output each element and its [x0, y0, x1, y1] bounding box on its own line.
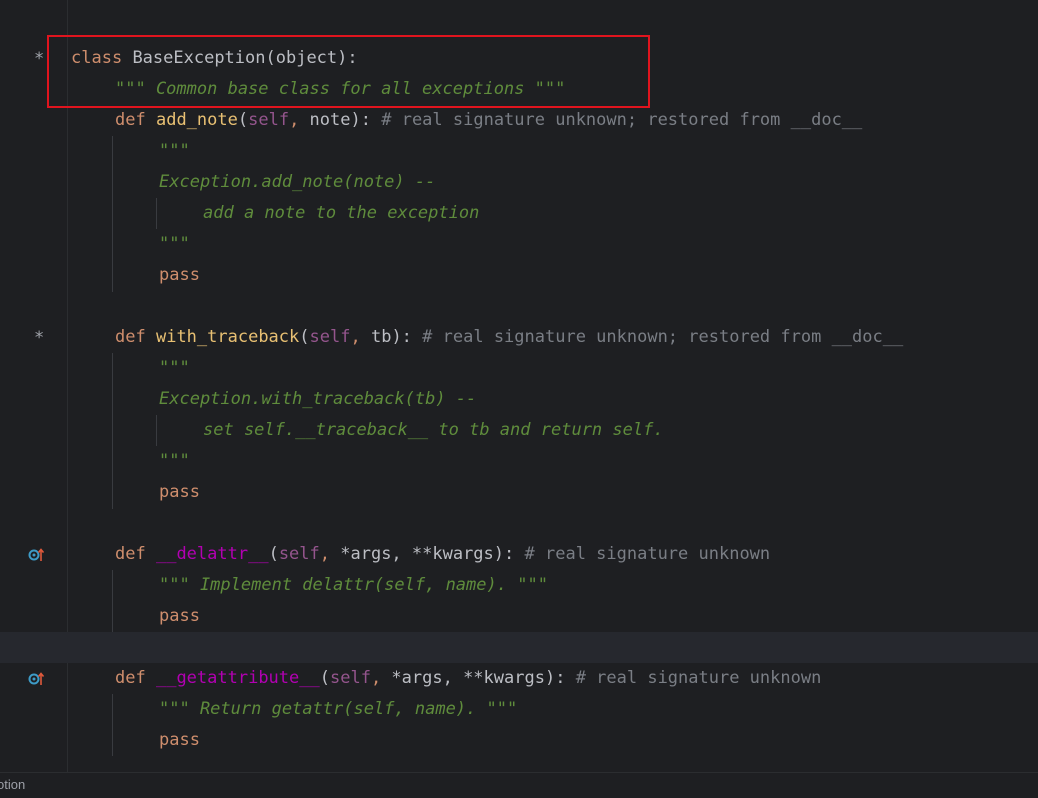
- self-param: self: [329, 668, 371, 688]
- code-line[interactable]: """: [0, 446, 1038, 477]
- paren: (: [268, 544, 279, 564]
- param: tb: [370, 327, 392, 347]
- comma: ,: [370, 668, 392, 688]
- docstring: """ Return getattr(self, name). """: [159, 699, 518, 719]
- keyword: def: [115, 327, 146, 347]
- code-line[interactable]: pass: [0, 601, 1038, 632]
- code-line[interactable]: """: [0, 229, 1038, 260]
- docstring: """: [159, 234, 190, 254]
- paren: ):: [544, 668, 566, 688]
- current-line[interactable]: [0, 632, 1038, 663]
- code-line[interactable]: * def with_traceback(self, tb): # real s…: [0, 322, 1038, 353]
- param: note: [309, 110, 351, 130]
- docstring: Exception.add_note(note) --: [159, 172, 436, 192]
- docstring: Exception.with_traceback(tb) --: [159, 389, 477, 409]
- code-line[interactable]: pass: [0, 477, 1038, 508]
- comma: ,: [319, 544, 341, 564]
- keyword: pass: [159, 482, 200, 502]
- code-line[interactable]: Exception.with_traceback(tb) --: [0, 384, 1038, 415]
- paren: (: [319, 668, 330, 688]
- self-param: self: [248, 110, 290, 130]
- param: *args, **kwargs: [340, 544, 494, 564]
- override-up-arrow-icon[interactable]: [28, 671, 44, 687]
- paren: (: [237, 110, 249, 130]
- code-line[interactable]: Exception.add_note(note) --: [0, 167, 1038, 198]
- paren: ):: [493, 544, 515, 564]
- self-param: self: [309, 327, 351, 347]
- code-line[interactable]: """ Common base class for all exceptions…: [0, 74, 1038, 105]
- code-line[interactable]: """: [0, 136, 1038, 167]
- keyword: pass: [159, 265, 200, 285]
- comma: ,: [350, 327, 371, 347]
- paren: (: [299, 327, 310, 347]
- docstring: set self.__traceback__ to tb and return …: [203, 420, 664, 440]
- override-up-arrow-icon[interactable]: [28, 547, 44, 563]
- self-param: self: [278, 544, 320, 564]
- function-name: with_traceback: [155, 327, 300, 347]
- code-line[interactable]: * class BaseException(object):: [0, 43, 1038, 74]
- keyword: pass: [159, 730, 200, 750]
- code-line[interactable]: def __getattribute__(self, *args, **kwar…: [0, 663, 1038, 694]
- function-name: add_note: [155, 110, 238, 130]
- class-name: BaseException: [132, 48, 266, 68]
- comment: # real signature unknown; restored from …: [422, 327, 904, 347]
- docstring: """ Implement delattr(self, name). """: [159, 575, 548, 595]
- param: *args, **kwargs: [391, 668, 545, 688]
- code-line[interactable]: add a note to the exception: [0, 198, 1038, 229]
- comma: ,: [289, 110, 310, 130]
- keyword: class: [71, 48, 123, 68]
- comment: # real signature unknown: [524, 544, 771, 564]
- comment: # real signature unknown; restored from …: [381, 110, 863, 130]
- function-name: __getattribute__: [155, 668, 320, 688]
- docstring: """: [159, 141, 190, 161]
- class-bases: (object):: [265, 48, 358, 68]
- keyword: def: [115, 544, 146, 564]
- keyword: def: [115, 110, 146, 130]
- docstring: add a note to the exception: [203, 203, 480, 223]
- paren: ):: [350, 110, 371, 130]
- code-line[interactable]: pass: [0, 725, 1038, 756]
- docstring: """: [159, 451, 190, 471]
- modified-marker: *: [34, 328, 45, 348]
- code-line[interactable]: def add_note(self, note): # real signatu…: [0, 105, 1038, 136]
- code-line[interactable]: pass: [0, 260, 1038, 291]
- keyword: def: [115, 668, 146, 688]
- paren: ):: [391, 327, 412, 347]
- breadcrumb[interactable]: otion: [0, 773, 25, 797]
- modified-marker: *: [34, 49, 45, 69]
- comment: # real signature unknown: [575, 668, 822, 688]
- code-line[interactable]: def __delattr__(self, *args, **kwargs): …: [0, 539, 1038, 570]
- code-line[interactable]: """ Implement delattr(self, name). """: [0, 570, 1038, 601]
- docstring: """: [159, 358, 190, 378]
- function-name: __delattr__: [155, 544, 269, 564]
- code-line[interactable]: set self.__traceback__ to tb and return …: [0, 415, 1038, 446]
- code-line[interactable]: """: [0, 353, 1038, 384]
- docstring: """ Common base class for all exceptions…: [115, 79, 566, 99]
- code-line[interactable]: """ Return getattr(self, name). """: [0, 694, 1038, 725]
- keyword: pass: [159, 606, 200, 626]
- status-bar: otion: [0, 772, 1038, 798]
